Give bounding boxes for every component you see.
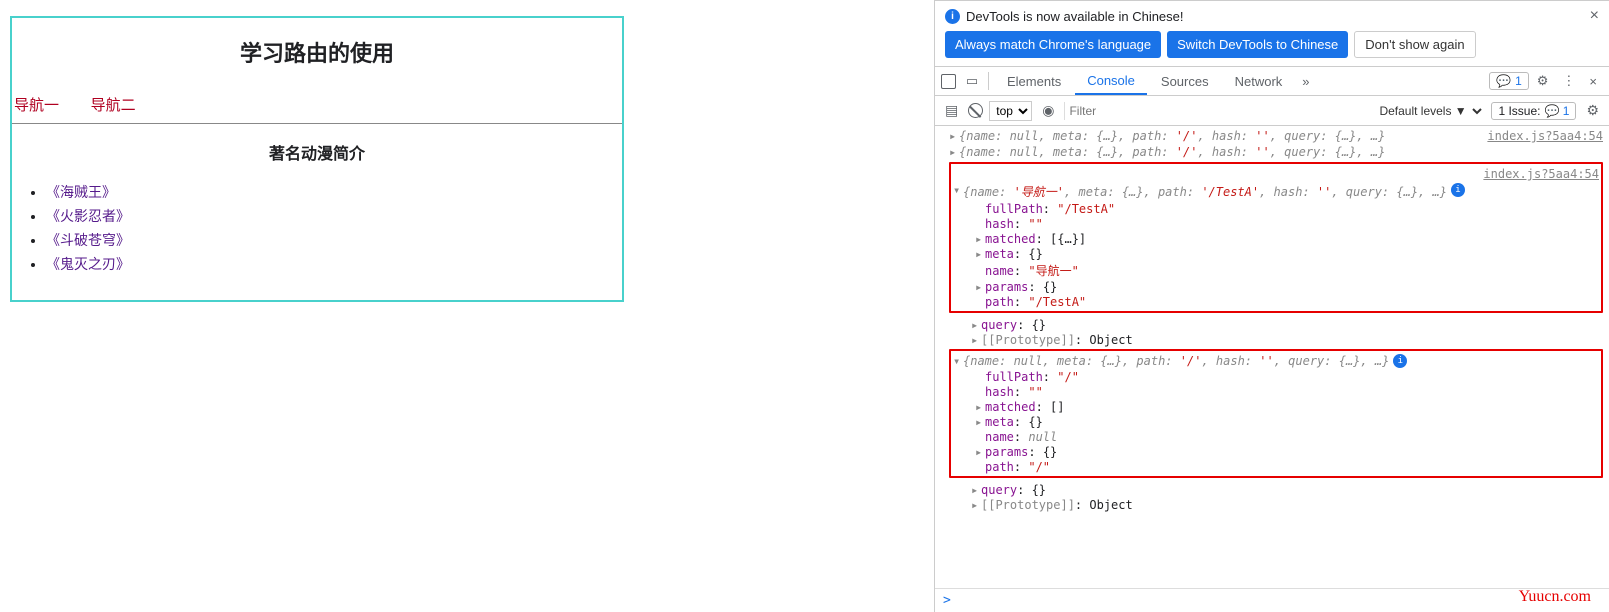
messages-badge[interactable]: 💬 1 [1489, 72, 1529, 90]
console-output[interactable]: ▸ {name: null, meta: {…}, path: '/', has… [935, 126, 1609, 588]
info-icon: i [945, 9, 960, 24]
expand-icon[interactable]: ▸ [971, 483, 981, 497]
issues-badge[interactable]: 1 Issue: 💬 1 [1491, 102, 1576, 120]
list-item[interactable]: 《斗破苍穹》 [46, 232, 130, 248]
close-devtools-icon[interactable]: × [1583, 74, 1603, 89]
console-filterbar: ▤ top ◉ Default levels ▼ 1 Issue: 💬 1 ⚙ [935, 96, 1609, 126]
expand-icon[interactable]: ▸ [975, 247, 985, 261]
nav-link-1[interactable]: 导航一 [14, 97, 59, 114]
list-item[interactable]: 《海贼王》 [46, 184, 116, 200]
source-link[interactable]: index.js?5aa4:54 [1483, 167, 1599, 181]
log-levels-select[interactable]: Default levels ▼ [1373, 102, 1485, 120]
info-badge-icon[interactable]: i [1451, 183, 1465, 197]
expand-icon[interactable]: ▸ [975, 400, 985, 414]
page-title: 学习路由的使用 [12, 18, 622, 88]
filter-input[interactable] [1064, 102, 1367, 120]
sidebar-toggle-icon[interactable]: ▤ [941, 102, 962, 119]
tab-elements[interactable]: Elements [995, 67, 1073, 95]
kebab-icon[interactable]: ⋮ [1556, 73, 1581, 89]
devtools-infobar: i DevTools is now available in Chinese! … [935, 1, 1609, 25]
expand-icon[interactable]: ▸ [971, 498, 981, 512]
app-container: 学习路由的使用 导航一 导航二 著名动漫简介 《海贼王》 《火影忍者》 《斗破苍… [10, 16, 624, 302]
object-properties: fullPath: "/" hash: "" ▸matched: [] ▸met… [975, 369, 1599, 474]
log-object: {name: null, meta: {…}, path: '/', hash:… [959, 129, 1385, 143]
console-row[interactable]: ▾ {name: null, meta: {…}, path: '/', has… [953, 353, 1599, 369]
expand-icon[interactable]: ▸ [949, 145, 959, 159]
source-link[interactable]: index.js?5aa4:54 [1487, 129, 1603, 143]
expand-icon[interactable]: ▸ [971, 318, 981, 332]
match-language-button[interactable]: Always match Chrome's language [945, 31, 1161, 58]
console-row[interactable]: ▾ {name: '导航一', meta: {…}, path: '/TestA… [953, 182, 1599, 201]
log-object: {name: '导航一', meta: {…}, path: '/TestA',… [963, 183, 1447, 200]
nav-bar: 导航一 导航二 [12, 88, 622, 124]
log-object: {name: null, meta: {…}, path: '/', hash:… [963, 354, 1389, 368]
console-prompt[interactable]: > [935, 588, 1609, 612]
clear-console-icon[interactable] [968, 103, 983, 118]
highlighted-log-1: index.js?5aa4:54 ▾ {name: '导航一', meta: {… [949, 162, 1603, 313]
divider [988, 72, 989, 90]
watermark: Yuucn.com [1519, 588, 1591, 606]
tab-network[interactable]: Network [1223, 67, 1295, 95]
expand-icon[interactable]: ▸ [975, 415, 985, 429]
more-tabs-icon[interactable]: » [1296, 74, 1315, 89]
console-settings-icon[interactable]: ⚙ [1582, 102, 1603, 119]
object-properties-tail: ▸query: {} ▸[[Prototype]]: Object [971, 317, 1603, 347]
list-item[interactable]: 《鬼灭之刃》 [46, 256, 130, 272]
live-expression-icon[interactable]: ◉ [1038, 102, 1058, 119]
list-item[interactable]: 《火影忍者》 [46, 208, 130, 224]
tab-sources[interactable]: Sources [1149, 67, 1221, 95]
expand-icon[interactable]: ▸ [971, 333, 981, 347]
expand-icon[interactable]: ▸ [949, 129, 959, 143]
tab-console[interactable]: Console [1075, 67, 1147, 95]
nav-link-2[interactable]: 导航二 [91, 97, 136, 114]
devtools-tabbar: ▭ Elements Console Sources Network » 💬 1… [935, 66, 1609, 96]
infobar-close-icon[interactable]: × [1590, 7, 1599, 25]
context-select[interactable]: top [989, 101, 1032, 121]
expand-icon[interactable]: ▸ [975, 280, 985, 294]
device-toggle-icon[interactable]: ▭ [962, 73, 982, 89]
collapse-icon[interactable]: ▾ [953, 183, 963, 197]
section-title: 著名动漫简介 [12, 124, 622, 174]
collapse-icon[interactable]: ▾ [953, 354, 963, 368]
object-properties: fullPath: "/TestA" hash: "" ▸matched: [{… [975, 201, 1599, 309]
inspect-icon[interactable] [941, 74, 956, 89]
switch-chinese-button[interactable]: Switch DevTools to Chinese [1167, 31, 1348, 58]
dont-show-button[interactable]: Don't show again [1354, 31, 1475, 58]
console-row[interactable]: ▸ {name: null, meta: {…}, path: '/', has… [949, 144, 1603, 160]
infobar-buttons: Always match Chrome's language Switch De… [935, 25, 1609, 66]
gear-icon[interactable]: ⚙ [1531, 73, 1555, 89]
info-badge-icon[interactable]: i [1393, 354, 1407, 368]
webpage-pane: 学习路由的使用 导航一 导航二 著名动漫简介 《海贼王》 《火影忍者》 《斗破苍… [0, 0, 935, 612]
expand-icon[interactable]: ▸ [975, 232, 985, 246]
console-row[interactable]: ▸ {name: null, meta: {…}, path: '/', has… [949, 128, 1603, 144]
devtools-panel: i DevTools is now available in Chinese! … [935, 0, 1609, 612]
anime-list: 《海贼王》 《火影忍者》 《斗破苍穹》 《鬼灭之刃》 [12, 174, 622, 300]
infobar-text: DevTools is now available in Chinese! [966, 9, 1184, 24]
log-object: {name: null, meta: {…}, path: '/', hash:… [959, 145, 1385, 159]
object-properties-tail: ▸query: {} ▸[[Prototype]]: Object [971, 482, 1603, 512]
expand-icon[interactable]: ▸ [975, 445, 985, 459]
highlighted-log-2: ▾ {name: null, meta: {…}, path: '/', has… [949, 349, 1603, 478]
